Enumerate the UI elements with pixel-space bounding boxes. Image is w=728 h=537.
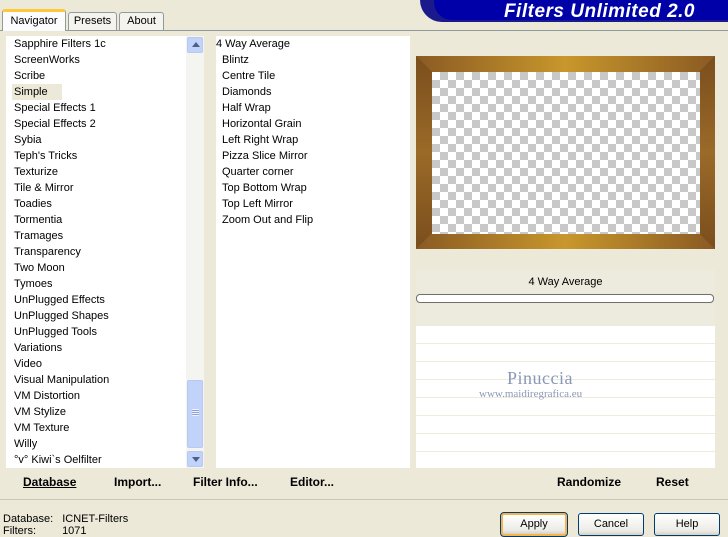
category-item[interactable]: Texturize (6, 164, 186, 180)
category-item[interactable]: Transparency (6, 244, 186, 260)
watermark-name: Pinuccia (507, 368, 573, 388)
randomize-button[interactable]: Randomize (557, 475, 621, 489)
category-item[interactable]: Teph's Tricks (6, 148, 186, 164)
category-item[interactable]: UnPlugged Shapes (6, 308, 186, 324)
filter-item[interactable]: Zoom Out and Flip (216, 212, 410, 228)
status-filters-value: 1071 (62, 525, 87, 537)
help-button[interactable]: Help (654, 513, 720, 536)
filter-item-label: Half Wrap (222, 102, 271, 114)
filter-item-label: Quarter corner (222, 166, 294, 178)
category-item[interactable]: Tramages (6, 228, 186, 244)
category-item[interactable]: VM Distortion (6, 388, 186, 404)
category-item[interactable]: VM Texture (6, 420, 186, 436)
filter-item-label: Horizontal Grain (222, 118, 302, 130)
filter-item[interactable]: Pizza Slice Mirror (216, 148, 410, 164)
category-item[interactable]: Variations (6, 340, 186, 356)
status-db-label: Database: (3, 513, 54, 525)
right-toolbar: Randomize Reset (416, 470, 722, 498)
database-button[interactable]: Database (23, 475, 76, 489)
preview-image (432, 72, 700, 234)
watermark-url: www.maidiregrafica.eu (479, 388, 583, 400)
apply-button[interactable]: Apply (500, 512, 568, 537)
editor-button[interactable]: Editor... (290, 475, 334, 489)
import-button[interactable]: Import... (114, 475, 161, 489)
filter-item[interactable]: 4 Way Average (216, 36, 410, 52)
separator (0, 499, 728, 500)
preview-filter-name: 4 Way Average (416, 270, 715, 293)
category-item[interactable]: Tile & Mirror (6, 180, 186, 196)
category-item[interactable]: Sapphire Filters 1c (6, 36, 186, 52)
filter-item-label: 4 Way Average (216, 38, 290, 50)
category-list[interactable]: Sapphire Filters 1c ScreenWorks Scribe Simp… (6, 36, 186, 468)
category-item[interactable]: Special Effects 1 (6, 100, 186, 116)
tab-navigator[interactable]: Navigator (2, 9, 66, 31)
reset-button[interactable]: Reset (656, 475, 689, 489)
progress-bar (416, 294, 714, 303)
app-banner: Filters Unlimited 2.0 (420, 0, 728, 22)
filter-item[interactable]: Centre Tile (216, 68, 410, 84)
category-item[interactable]: Toadies (6, 196, 186, 212)
filter-item-label: Blintz (222, 54, 249, 66)
filter-item[interactable]: Top Bottom Wrap (216, 180, 410, 196)
category-item[interactable]: UnPlugged Tools (6, 324, 186, 340)
category-scrollbar[interactable] (186, 36, 204, 468)
category-item[interactable]: Tymoes (6, 276, 186, 292)
filter-item[interactable]: Half Wrap (216, 100, 410, 116)
category-item[interactable]: °v° Kiwi`s Oelfilter (6, 452, 186, 468)
filter-list[interactable]: 4 Way Average Blintz Centre Tile Diamonds Ha… (216, 36, 410, 468)
category-item[interactable]: Special Effects 2 (6, 116, 186, 132)
status-filters-label: Filters: (3, 525, 36, 537)
filter-item[interactable]: Quarter corner (216, 164, 410, 180)
scroll-down-icon[interactable] (187, 451, 203, 467)
category-item[interactable]: Sybia (6, 132, 186, 148)
filter-item[interactable]: Top Left Mirror (216, 196, 410, 212)
filter-item-label: Diamonds (222, 86, 272, 98)
status-info: Database: ICNET-Filters Filters: 1071 (3, 513, 128, 537)
category-item[interactable]: Two Moon (6, 260, 186, 276)
tab-about[interactable]: About (119, 12, 164, 30)
filter-item-label: Left Right Wrap (222, 134, 299, 146)
scroll-thumb[interactable] (187, 380, 203, 448)
filter-item[interactable]: Diamonds (216, 84, 410, 100)
filter-item[interactable]: Horizontal Grain (216, 116, 410, 132)
category-item[interactable]: VM Stylize (6, 404, 186, 420)
scroll-up-icon[interactable] (187, 37, 203, 53)
filter-item[interactable]: Blintz (216, 52, 410, 68)
cancel-button[interactable]: Cancel (578, 513, 644, 536)
filter-item-label: Pizza Slice Mirror (222, 150, 308, 162)
tab-divider (0, 30, 728, 31)
filter-info-button[interactable]: Filter Info... (193, 475, 258, 489)
category-item[interactable]: ScreenWorks (6, 52, 186, 68)
filter-item-label: Centre Tile (222, 70, 276, 82)
category-item[interactable]: Simple (12, 84, 62, 100)
category-item[interactable]: Scribe (6, 68, 186, 84)
filter-item[interactable]: Left Right Wrap (216, 132, 410, 148)
category-item[interactable]: Visual Manipulation (6, 372, 186, 388)
filter-item-label: Top Bottom Wrap (222, 182, 307, 194)
category-item[interactable]: Willy (6, 436, 186, 452)
tab-presets[interactable]: Presets (68, 12, 117, 30)
filter-item-label: Top Left Mirror (222, 198, 293, 210)
status-db-value: ICNET-Filters (62, 513, 129, 525)
tab-strip: Navigator Presets About (0, 0, 420, 31)
category-item[interactable]: UnPlugged Effects (6, 292, 186, 308)
control-strip (416, 304, 715, 326)
app-title: Filters Unlimited 2.0 (503, 1, 695, 22)
left-toolbar: Database Import... Filter Info... Editor… (6, 470, 410, 498)
category-item[interactable]: Tormentia (6, 212, 186, 228)
filter-item-label: Zoom Out and Flip (222, 214, 314, 226)
category-item[interactable]: Video (6, 356, 186, 372)
